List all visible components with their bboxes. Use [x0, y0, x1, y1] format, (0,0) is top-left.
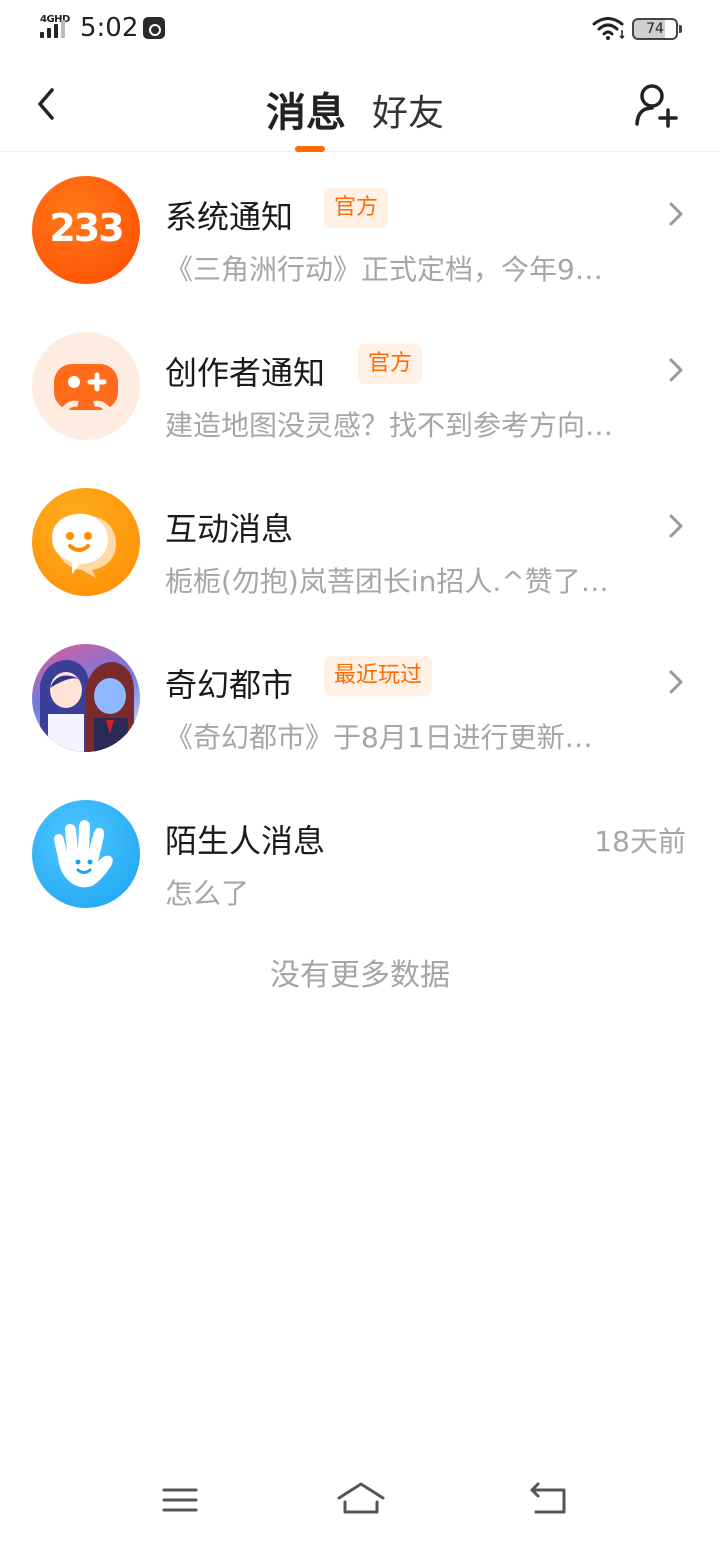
- list-item-interaction[interactable]: 互动消息 栀栀(勿抱)岚菩团长in招人.^赞了…: [0, 468, 720, 624]
- game-characters-avatar: [32, 644, 140, 752]
- item-timestamp: 18天前: [594, 825, 686, 858]
- notification-app-icon: [143, 17, 165, 39]
- item-title: 系统通知: [165, 198, 294, 236]
- wifi-icon: [592, 17, 625, 40]
- official-badge: 官方: [358, 344, 423, 384]
- item-preview: 怎么了: [165, 877, 250, 910]
- item-title: 互动消息: [165, 510, 294, 548]
- item-preview: 《三角洲行动》正式定档，今年9…: [165, 253, 603, 286]
- tab-messages[interactable]: 消息: [266, 80, 346, 138]
- system-nav-bar: [0, 1470, 720, 1530]
- top-nav: 消息 好友: [0, 58, 720, 152]
- avatar-text: 233: [49, 206, 124, 250]
- item-title: 创作者通知: [165, 354, 326, 392]
- gamepad-icon: [32, 332, 140, 440]
- add-user-icon[interactable]: [630, 80, 680, 130]
- return-icon[interactable]: [528, 1480, 570, 1520]
- item-title: 陌生人消息: [165, 822, 326, 860]
- item-title: 奇幻都市: [165, 666, 294, 704]
- clock: 5:02: [80, 13, 139, 43]
- no-more-data-label: 没有更多数据: [270, 958, 450, 993]
- recently-played-badge: 最近玩过: [324, 656, 433, 696]
- back-button[interactable]: [26, 80, 70, 128]
- status-bar: 4GHD 5:02 74: [0, 0, 720, 58]
- waving-hand-icon: [32, 800, 140, 908]
- menu-icon[interactable]: [162, 1480, 198, 1520]
- official-badge: 官方: [324, 188, 389, 228]
- list-item-fantasy-city[interactable]: 奇幻都市 最近玩过 《奇幻都市》于8月1日进行更新…: [0, 624, 720, 780]
- list-item-system-notice[interactable]: 233 系统通知 官方 《三角洲行动》正式定档，今年9…: [0, 156, 720, 312]
- item-preview: 建造地图没灵感？找不到参考方向…: [165, 409, 614, 442]
- signal-icon: 4GHD: [38, 14, 72, 40]
- battery-indicator: 74: [632, 18, 682, 40]
- item-preview: 《奇幻都市》于8月1日进行更新…: [165, 721, 593, 754]
- 233-logo-icon: 233: [32, 176, 140, 284]
- list-item-stranger-messages[interactable]: 陌生人消息 18天前 怎么了: [0, 780, 720, 936]
- chevron-right-icon: [669, 202, 683, 226]
- active-tab-indicator: [295, 146, 325, 152]
- item-preview: 栀栀(勿抱)岚菩团长in招人.^赞了…: [165, 565, 609, 598]
- chevron-right-icon: [669, 514, 683, 538]
- home-icon[interactable]: [336, 1480, 386, 1520]
- chevron-right-icon: [669, 670, 683, 694]
- chevron-right-icon: [669, 358, 683, 382]
- chat-bubble-icon: [32, 488, 140, 596]
- list-item-creator-notice[interactable]: 创作者通知 官方 建造地图没灵感？找不到参考方向…: [0, 312, 720, 468]
- tab-friends[interactable]: 好友: [372, 84, 444, 136]
